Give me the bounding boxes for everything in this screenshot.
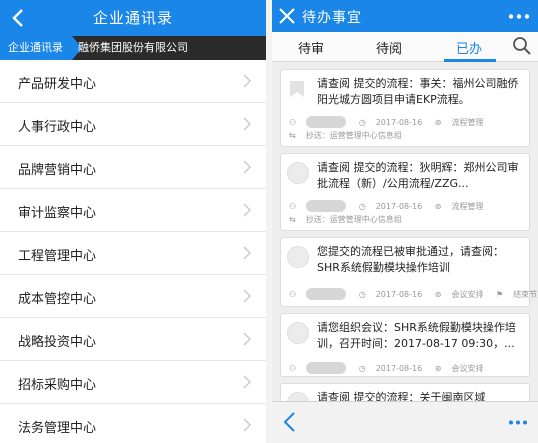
todo-card[interactable]: 请查阅 提交的流程：狄明辉：郑州公司审批流程（新）/公用流程/ZZG... ⚇ …: [280, 153, 530, 231]
department-item[interactable]: 战略投资中心: [0, 318, 266, 361]
person-icon: ⚇: [289, 289, 297, 299]
todo-date: 2017-08-16: [375, 363, 423, 373]
todo-meta: ⚇ ◷ 2017-08-16 ⊛ 会议安排 ⚑ 结束节点: [289, 288, 538, 300]
tab-done[interactable]: 已办: [456, 38, 482, 57]
contacts-screen: 企业通讯录 企业通讯录 融侨集团股份有限公司 产品研发中心 人事行政中心 品牌营…: [0, 0, 266, 443]
department-label: 人事行政中心: [18, 120, 97, 135]
todo-message: 请您组织会议：SHR系统假勤模块操作培训，召开时间：2017-08-17 09:…: [317, 321, 516, 350]
avatar: [287, 162, 309, 184]
department-label: 法务管理中心: [18, 421, 97, 436]
chevron-right-icon: [243, 74, 251, 88]
department-item[interactable]: 工程管理中心: [0, 232, 266, 275]
person-icon: ⚇: [289, 363, 297, 373]
todo-tag: 流程管理: [451, 117, 484, 127]
todo-card[interactable]: 您提交的流程已被审批通过，请查阅：SHR系统假勤模块操作培训 ⚇ ◷ 2017-0…: [280, 237, 538, 307]
back-arrow-icon[interactable]: [282, 411, 298, 433]
todo-message: 请查阅 提交的流程：事关：福州公司融侨阳光城方圆项目申请EKP流程。: [317, 77, 519, 106]
chevron-right-icon: [243, 117, 251, 131]
department-item[interactable]: 审计监察中心: [0, 189, 266, 232]
tab-pending-read[interactable]: 待阅: [376, 38, 402, 57]
more-dots-icon[interactable]: [508, 420, 528, 425]
department-label: 战略投资中心: [18, 335, 97, 350]
todo-cc: 抄送：运营管理中心信息组: [305, 215, 402, 224]
avatar: [287, 246, 309, 268]
todo-title: 待办事宜: [302, 10, 362, 26]
todo-tag-2: 结束节点: [513, 289, 538, 299]
todo-date: 2017-08-16: [375, 289, 423, 299]
todo-meta: ⚇ ◷ 2017-08-16 ⊛ 流程管理: [289, 116, 493, 128]
todo-date: 2017-08-16: [375, 117, 423, 127]
todo-tabs: 待审 待阅 已办: [272, 32, 538, 62]
flag-icon: ⚑: [496, 289, 504, 299]
todo-meta: ⚇ ◷ 2017-08-16 ⊛ 流程管理: [289, 200, 493, 212]
cc-icon: ⇆: [289, 131, 296, 140]
avatar: [287, 322, 309, 344]
person-icon: ⚇: [289, 201, 297, 211]
department-item[interactable]: 招标采购中心: [0, 361, 266, 404]
department-item[interactable]: 法务管理中心: [0, 404, 266, 443]
todo-tag: 会议安排: [451, 289, 484, 299]
department-list: 产品研发中心 人事行政中心 品牌营销中心 审计监察中心 工程管理中心 成本管控中…: [0, 60, 266, 443]
redacted-name: [306, 288, 347, 300]
tag-icon: ⊛: [434, 363, 442, 373]
todo-meta: ⚇ ◷ 2017-08-16 ⊛ 会议安排: [289, 362, 493, 374]
chevron-right-icon: [243, 160, 251, 174]
department-item[interactable]: 产品研发中心: [0, 60, 266, 103]
todo-header: 待办事宜: [272, 0, 538, 32]
contacts-title: 企业通讯录: [92, 9, 173, 27]
chevron-right-icon: [243, 418, 251, 432]
close-icon[interactable]: [278, 7, 296, 25]
department-item[interactable]: 人事行政中心: [0, 103, 266, 146]
todo-tag: 会议安排: [451, 363, 484, 373]
chevron-right-icon: [243, 332, 251, 346]
todo-message: 您提交的流程已被审批通过，请查阅：SHR系统假勤模块操作培训: [317, 245, 504, 274]
chevron-right-icon: [243, 375, 251, 389]
department-label: 品牌营销中心: [18, 163, 97, 178]
department-label: 成本管控中心: [18, 292, 97, 307]
clock-icon: ◷: [358, 117, 366, 127]
breadcrumb-root[interactable]: 企业通讯录: [0, 36, 82, 60]
search-icon[interactable]: [512, 36, 532, 56]
todo-list: 请查阅 提交的流程：事关：福州公司融侨阳光城方圆项目申请EKP流程。 ⚇ ◷ 20…: [272, 65, 538, 429]
todo-card[interactable]: 请查阅 提交的流程：事关：福州公司融侨阳光城方圆项目申请EKP流程。 ⚇ ◷ 20…: [280, 69, 530, 147]
department-label: 审计监察中心: [18, 206, 97, 221]
department-label: 招标采购中心: [18, 378, 97, 393]
redacted-name: [306, 200, 347, 212]
clock-icon: ◷: [358, 363, 366, 373]
todo-cc-row: ⇆ 抄送：运营管理中心信息组: [289, 130, 412, 141]
bottom-toolbar: [272, 401, 538, 443]
breadcrumb: 企业通讯录 融侨集团股份有限公司: [0, 36, 266, 60]
chevron-right-icon: [243, 289, 251, 303]
tag-icon: ⊛: [434, 117, 442, 127]
department-label: 产品研发中心: [18, 77, 97, 92]
todo-date: 2017-08-16: [375, 201, 423, 211]
tag-icon: ⊛: [434, 289, 442, 299]
contacts-header: 企业通讯录: [0, 0, 266, 36]
department-item[interactable]: 成本管控中心: [0, 275, 266, 318]
clock-icon: ◷: [358, 289, 366, 299]
tab-pending-review[interactable]: 待审: [298, 38, 324, 57]
breadcrumb-current: 融侨集团股份有限公司: [78, 41, 188, 54]
redacted-name: [306, 362, 347, 374]
todo-cc-row: ⇆ 抄送：运营管理中心信息组: [289, 214, 412, 225]
document-icon: [287, 78, 309, 100]
clock-icon: ◷: [358, 201, 366, 211]
todo-card[interactable]: 请您组织会议：SHR系统假勤模块操作培训，召开时间：2017-08-17 09:…: [280, 313, 530, 377]
tag-icon: ⊛: [434, 201, 442, 211]
department-label: 工程管理中心: [18, 249, 97, 264]
chevron-right-icon: [243, 203, 251, 217]
todo-cc: 抄送：运营管理中心信息组: [305, 131, 402, 140]
department-item[interactable]: 品牌营销中心: [0, 146, 266, 189]
chevron-right-icon: [243, 246, 251, 260]
todo-message: 请查阅 提交的流程：狄明辉：郑州公司审批流程（新）/公用流程/ZZG...: [317, 161, 519, 190]
active-tab-indicator: [444, 59, 496, 62]
more-dots-icon[interactable]: [508, 14, 530, 19]
person-icon: ⚇: [289, 117, 297, 127]
todo-screen: 待办事宜 待审 待阅 已办 请查阅 提交的流程：事关：福州公司融侨阳光城方圆项目…: [272, 0, 538, 443]
cc-icon: ⇆: [289, 215, 296, 224]
redacted-name: [306, 116, 347, 128]
todo-tag: 流程管理: [451, 201, 484, 211]
